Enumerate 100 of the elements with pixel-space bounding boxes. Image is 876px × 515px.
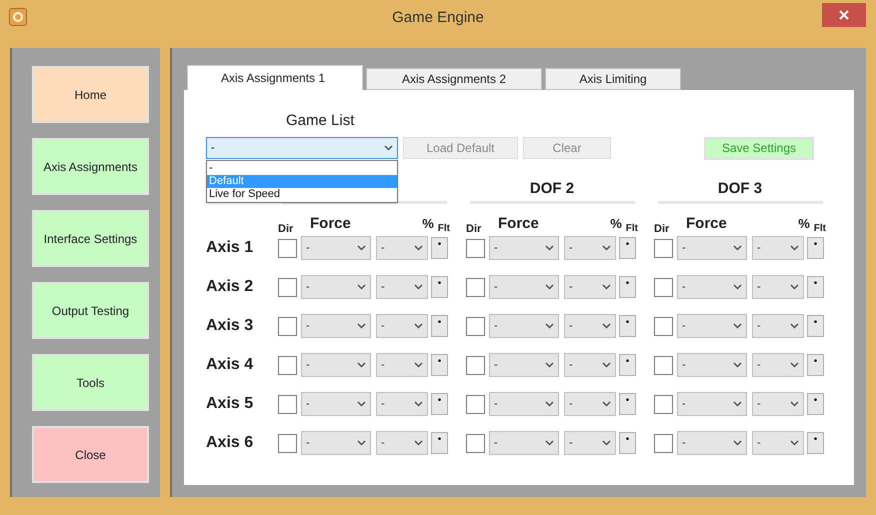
direction-checkbox[interactable] bbox=[654, 238, 673, 258]
filter-button[interactable]: • bbox=[807, 432, 824, 454]
direction-checkbox[interactable] bbox=[466, 278, 485, 296]
filter-button[interactable]: • bbox=[619, 237, 636, 259]
filter-button[interactable]: • bbox=[619, 432, 636, 454]
direction-checkbox[interactable] bbox=[654, 394, 673, 414]
sidebar-button[interactable]: Tools bbox=[32, 354, 149, 411]
filter-button[interactable]: • bbox=[431, 315, 448, 337]
force-dropdown[interactable]: - bbox=[489, 392, 559, 416]
axis-label: Axis 6 bbox=[206, 433, 254, 453]
force-dropdown[interactable]: - bbox=[677, 353, 747, 377]
force-dropdown[interactable]: - bbox=[677, 392, 747, 416]
filter-button[interactable]: • bbox=[431, 393, 448, 415]
force-dropdown[interactable]: - bbox=[489, 431, 559, 455]
tab[interactable]: Axis Assignments 1 bbox=[187, 65, 363, 90]
sidebar-button[interactable]: Interface Settings bbox=[32, 210, 149, 267]
filter-button[interactable]: • bbox=[807, 237, 824, 259]
direction-checkbox[interactable] bbox=[466, 434, 485, 452]
caret-icon bbox=[733, 401, 742, 407]
menu-item[interactable]: - bbox=[207, 162, 397, 175]
filter-button[interactable]: • bbox=[807, 354, 824, 376]
caret-icon bbox=[733, 245, 742, 251]
direction-checkbox[interactable] bbox=[278, 356, 297, 374]
close-icon bbox=[839, 10, 849, 20]
direction-checkbox[interactable] bbox=[466, 238, 485, 258]
caret-icon bbox=[414, 284, 423, 290]
axis-label: Axis 1 bbox=[206, 238, 254, 258]
direction-checkbox[interactable] bbox=[278, 394, 297, 414]
sidebar-button[interactable]: Output Testing bbox=[32, 282, 149, 339]
caret-icon bbox=[602, 284, 611, 290]
percent-dropdown[interactable]: - bbox=[564, 392, 616, 416]
filter-button[interactable]: • bbox=[619, 315, 636, 337]
force-dropdown[interactable]: - bbox=[301, 314, 371, 338]
filter-button[interactable]: • bbox=[807, 393, 824, 415]
caret-icon bbox=[357, 323, 366, 329]
caret-icon bbox=[733, 284, 742, 290]
force-dropdown[interactable]: - bbox=[677, 431, 747, 455]
close-button[interactable] bbox=[822, 3, 866, 27]
filter-button[interactable]: • bbox=[431, 432, 448, 454]
force-dropdown[interactable]: - bbox=[489, 275, 559, 299]
direction-checkbox[interactable] bbox=[466, 394, 485, 414]
force-dropdown[interactable]: - bbox=[301, 236, 371, 260]
force-dropdown[interactable]: - bbox=[489, 236, 559, 260]
percent-dropdown[interactable]: - bbox=[376, 353, 428, 377]
percent-dropdown[interactable]: - bbox=[752, 275, 804, 299]
direction-checkbox[interactable] bbox=[278, 316, 297, 336]
filter-button[interactable]: • bbox=[431, 237, 448, 259]
axis-label: Axis 4 bbox=[206, 355, 254, 375]
direction-checkbox[interactable] bbox=[466, 356, 485, 374]
force-dropdown[interactable]: - bbox=[677, 236, 747, 260]
force-dropdown[interactable]: - bbox=[301, 353, 371, 377]
percent-dropdown[interactable]: - bbox=[564, 431, 616, 455]
force-dropdown[interactable]: - bbox=[677, 314, 747, 338]
percent-dropdown[interactable]: - bbox=[752, 236, 804, 260]
direction-checkbox[interactable] bbox=[466, 316, 485, 336]
sidebar-button[interactable]: Close bbox=[32, 426, 149, 483]
filter-button[interactable]: • bbox=[807, 315, 824, 337]
force-dropdown[interactable]: - bbox=[301, 431, 371, 455]
percent-dropdown[interactable]: - bbox=[752, 353, 804, 377]
caret-icon bbox=[357, 362, 366, 368]
caret-icon bbox=[733, 440, 742, 446]
direction-checkbox[interactable] bbox=[654, 434, 673, 452]
filter-button[interactable]: • bbox=[619, 393, 636, 415]
force-dropdown[interactable]: - bbox=[301, 275, 371, 299]
menu-item[interactable]: Live for Speed bbox=[207, 188, 397, 201]
percent-dropdown[interactable]: - bbox=[376, 314, 428, 338]
percent-dropdown[interactable]: - bbox=[376, 275, 428, 299]
column-header: Flt bbox=[626, 223, 638, 235]
force-dropdown[interactable]: - bbox=[489, 314, 559, 338]
percent-dropdown[interactable]: - bbox=[752, 314, 804, 338]
filter-button[interactable]: • bbox=[619, 354, 636, 376]
direction-checkbox[interactable] bbox=[278, 434, 297, 452]
percent-dropdown[interactable]: - bbox=[376, 392, 428, 416]
axis-label: Axis 3 bbox=[206, 316, 254, 336]
direction-checkbox[interactable] bbox=[278, 238, 297, 258]
force-dropdown[interactable]: - bbox=[301, 392, 371, 416]
force-dropdown[interactable]: - bbox=[677, 275, 747, 299]
percent-dropdown[interactable]: - bbox=[564, 353, 616, 377]
sidebar-button[interactable]: Home bbox=[32, 66, 149, 123]
game-list-dropdown[interactable]: - bbox=[206, 137, 398, 159]
tab[interactable]: Axis Limiting bbox=[545, 68, 681, 90]
filter-button[interactable]: • bbox=[619, 276, 636, 298]
percent-dropdown[interactable]: - bbox=[752, 431, 804, 455]
direction-checkbox[interactable] bbox=[654, 356, 673, 374]
direction-checkbox[interactable] bbox=[654, 278, 673, 296]
filter-button[interactable]: • bbox=[807, 276, 824, 298]
direction-checkbox[interactable] bbox=[654, 316, 673, 336]
percent-dropdown[interactable]: - bbox=[564, 236, 616, 260]
filter-button[interactable]: • bbox=[431, 354, 448, 376]
caret-icon bbox=[357, 284, 366, 290]
percent-dropdown[interactable]: - bbox=[376, 431, 428, 455]
percent-dropdown[interactable]: - bbox=[564, 314, 616, 338]
percent-dropdown[interactable]: - bbox=[752, 392, 804, 416]
percent-dropdown[interactable]: - bbox=[376, 236, 428, 260]
force-dropdown[interactable]: - bbox=[489, 353, 559, 377]
filter-button[interactable]: • bbox=[431, 276, 448, 298]
percent-dropdown[interactable]: - bbox=[564, 275, 616, 299]
sidebar-button[interactable]: Axis Assignments bbox=[32, 138, 149, 195]
direction-checkbox[interactable] bbox=[278, 278, 297, 296]
tab[interactable]: Axis Assignments 2 bbox=[366, 68, 542, 90]
